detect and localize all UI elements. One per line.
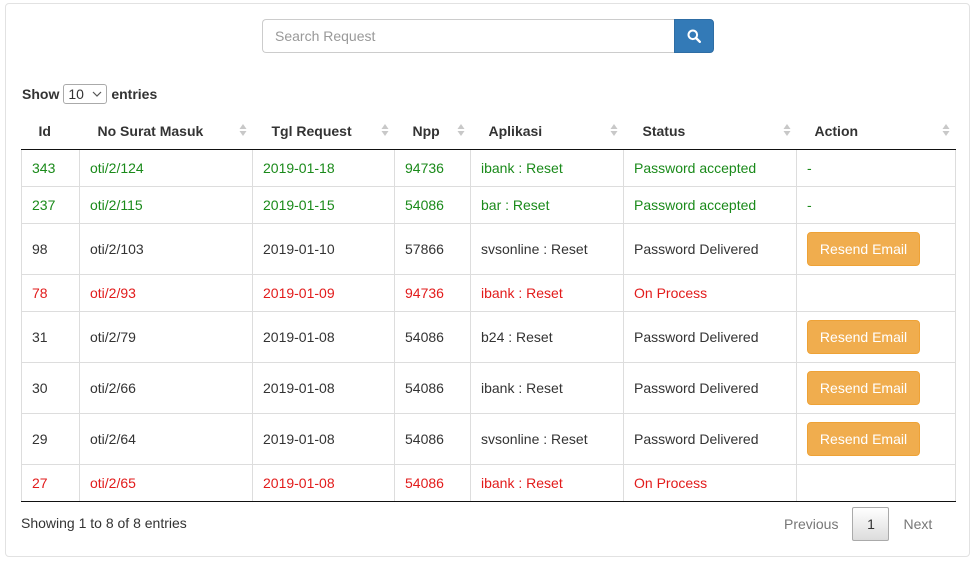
cell-action: Resend Email bbox=[796, 223, 956, 275]
cell-no-surat: oti/2/93 bbox=[79, 274, 253, 312]
sort-both-icon bbox=[457, 124, 464, 136]
cell-id: 31 bbox=[21, 311, 80, 363]
table-row: 343 oti/2/124 2019-01-18 94736 ibank : R… bbox=[21, 149, 956, 187]
cell-aplikasi: svsonline : Reset bbox=[470, 223, 624, 275]
table-row: 27 oti/2/65 2019-01-08 54086 ibank : Res… bbox=[21, 464, 956, 502]
cell-aplikasi: b24 : Reset bbox=[470, 311, 624, 363]
entries-label: entries bbox=[111, 86, 158, 102]
sort-both-icon bbox=[381, 124, 388, 136]
cell-tgl: 2019-01-08 bbox=[252, 311, 395, 363]
cell-tgl: 2019-01-10 bbox=[252, 223, 395, 275]
cell-aplikasi: ibank : Reset bbox=[470, 274, 624, 312]
cell-npp: 57866 bbox=[394, 223, 471, 275]
cell-npp: 54086 bbox=[394, 362, 471, 414]
table-header-row: Id No Surat Masuk Tgl Request Npp Aplika… bbox=[21, 112, 956, 150]
show-label: Show bbox=[22, 86, 60, 102]
entries-length-control: Show 10 entries bbox=[22, 84, 157, 104]
cell-status: Password Delivered bbox=[623, 311, 797, 363]
cell-no-surat: oti/2/115 bbox=[79, 186, 253, 224]
cell-npp: 54086 bbox=[394, 464, 471, 502]
table-info: Showing 1 to 8 of 8 entries bbox=[21, 515, 187, 531]
cell-no-surat: oti/2/66 bbox=[79, 362, 253, 414]
cell-action: Resend Email bbox=[796, 413, 956, 465]
resend-email-button[interactable]: Resend Email bbox=[807, 371, 920, 405]
cell-status: On Process bbox=[623, 464, 797, 502]
search-icon bbox=[687, 29, 701, 43]
table-row: 237 oti/2/115 2019-01-15 54086 bar : Res… bbox=[21, 186, 956, 224]
table-row: 30 oti/2/66 2019-01-08 54086 ibank : Res… bbox=[21, 362, 956, 414]
pagination: Previous 1 Next bbox=[772, 506, 944, 542]
cell-no-surat: oti/2/103 bbox=[79, 223, 253, 275]
table-row: 98 oti/2/103 2019-01-10 57866 svsonline … bbox=[21, 223, 956, 275]
cell-tgl: 2019-01-18 bbox=[252, 149, 395, 187]
cell-status: Password Delivered bbox=[623, 362, 797, 414]
column-header-id[interactable]: Id bbox=[21, 112, 80, 150]
requests-table: Id No Surat Masuk Tgl Request Npp Aplika… bbox=[21, 112, 956, 502]
cell-no-surat: oti/2/65 bbox=[79, 464, 253, 502]
cell-id: 78 bbox=[21, 274, 80, 312]
cell-aplikasi: svsonline : Reset bbox=[470, 413, 624, 465]
cell-status: On Process bbox=[623, 274, 797, 312]
cell-action bbox=[796, 464, 956, 502]
cell-id: 98 bbox=[21, 223, 80, 275]
sort-both-icon bbox=[783, 124, 790, 136]
cell-action bbox=[796, 274, 956, 312]
cell-no-surat: oti/2/79 bbox=[79, 311, 253, 363]
cell-action: - bbox=[796, 186, 956, 224]
previous-page-button[interactable]: Previous bbox=[772, 507, 850, 541]
cell-id: 27 bbox=[21, 464, 80, 502]
entries-select[interactable]: 10 bbox=[63, 84, 108, 104]
cell-id: 29 bbox=[21, 413, 80, 465]
cell-status: Password Delivered bbox=[623, 413, 797, 465]
column-header-aplikasi[interactable]: Aplikasi bbox=[470, 112, 624, 150]
cell-npp: 54086 bbox=[394, 413, 471, 465]
cell-aplikasi: bar : Reset bbox=[470, 186, 624, 224]
next-page-button[interactable]: Next bbox=[891, 507, 944, 541]
cell-status: Password accepted bbox=[623, 149, 797, 187]
column-header-action[interactable]: Action bbox=[796, 112, 956, 150]
column-header-tgl-request[interactable]: Tgl Request bbox=[252, 112, 395, 150]
cell-tgl: 2019-01-15 bbox=[252, 186, 395, 224]
cell-tgl: 2019-01-09 bbox=[252, 274, 395, 312]
cell-no-surat: oti/2/64 bbox=[79, 413, 253, 465]
cell-id: 343 bbox=[21, 149, 80, 187]
cell-npp: 94736 bbox=[394, 149, 471, 187]
table-row: 78 oti/2/93 2019-01-09 94736 ibank : Res… bbox=[21, 274, 956, 312]
cell-status: Password Delivered bbox=[623, 223, 797, 275]
cell-action: - bbox=[796, 149, 956, 187]
cell-action: Resend Email bbox=[796, 362, 956, 414]
cell-tgl: 2019-01-08 bbox=[252, 464, 395, 502]
entries-select-value: 10 bbox=[68, 86, 84, 102]
sort-both-icon bbox=[610, 124, 617, 136]
search-button[interactable] bbox=[674, 19, 714, 53]
cell-tgl: 2019-01-08 bbox=[252, 413, 395, 465]
column-header-npp[interactable]: Npp bbox=[394, 112, 471, 150]
resend-email-button[interactable]: Resend Email bbox=[807, 232, 920, 266]
resend-email-button[interactable]: Resend Email bbox=[807, 422, 920, 456]
column-header-status[interactable]: Status bbox=[623, 112, 797, 150]
sort-both-icon bbox=[942, 124, 949, 136]
page-1-button[interactable]: 1 bbox=[852, 507, 890, 541]
resend-email-button[interactable]: Resend Email bbox=[807, 320, 920, 354]
sort-both-icon bbox=[239, 124, 246, 136]
search-bar bbox=[262, 19, 714, 53]
cell-aplikasi: ibank : Reset bbox=[470, 464, 624, 502]
cell-npp: 54086 bbox=[394, 186, 471, 224]
cell-id: 237 bbox=[21, 186, 80, 224]
cell-npp: 54086 bbox=[394, 311, 471, 363]
column-header-no-surat-masuk[interactable]: No Surat Masuk bbox=[79, 112, 253, 150]
search-input[interactable] bbox=[262, 19, 674, 53]
table-row: 29 oti/2/64 2019-01-08 54086 svsonline :… bbox=[21, 413, 956, 465]
cell-tgl: 2019-01-08 bbox=[252, 362, 395, 414]
table-row: 31 oti/2/79 2019-01-08 54086 b24 : Reset… bbox=[21, 311, 956, 363]
cell-action: Resend Email bbox=[796, 311, 956, 363]
cell-id: 30 bbox=[21, 362, 80, 414]
cell-aplikasi: ibank : Reset bbox=[470, 362, 624, 414]
chevron-down-icon bbox=[92, 91, 102, 97]
cell-aplikasi: ibank : Reset bbox=[470, 149, 624, 187]
cell-npp: 94736 bbox=[394, 274, 471, 312]
cell-status: Password accepted bbox=[623, 186, 797, 224]
cell-no-surat: oti/2/124 bbox=[79, 149, 253, 187]
